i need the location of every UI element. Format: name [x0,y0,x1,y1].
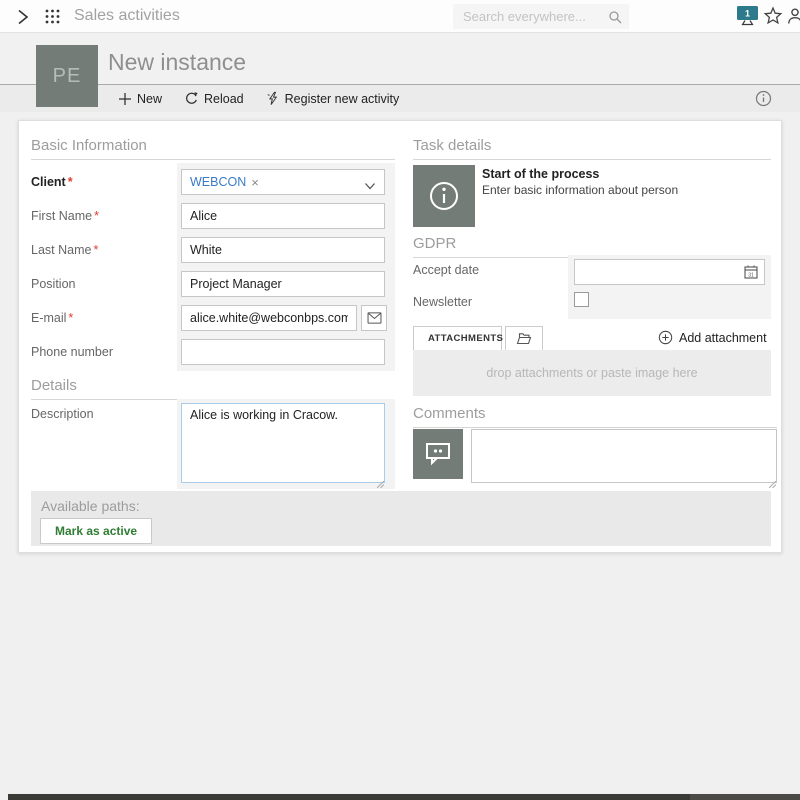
required-asterisk: * [68,175,73,189]
required-asterisk: * [93,243,98,257]
avatar: PE [36,45,98,107]
section-task-details: Task details [413,137,771,160]
remove-client-tag-icon[interactable]: × [251,175,259,190]
comment-field[interactable] [471,429,777,483]
plus-circle-icon [658,330,673,345]
tab-attachment-archive[interactable] [505,326,543,350]
reload-button[interactable]: Reload [184,91,244,106]
last-name-field[interactable] [181,237,385,263]
envelope-icon [367,312,382,324]
search-box [453,4,629,29]
user-profile-icon[interactable] [785,6,800,31]
toolbar: New Reload Register new activity [0,84,800,112]
phone-field[interactable] [181,339,385,365]
section-comments: Comments [413,405,777,428]
app-grid-icon[interactable] [44,8,61,30]
required-asterisk: * [68,311,73,325]
task-step-tile [413,165,475,227]
favorites-star-icon[interactable] [763,6,783,31]
notification-badge: 1 [745,9,750,19]
accept-date-label: Accept date [413,263,479,277]
plus-icon [118,92,132,106]
app-title: Sales activities [74,7,180,25]
register-activity-button[interactable]: Register new activity [266,91,400,106]
task-step-subtitle: Enter basic information about person [482,183,678,197]
email-field[interactable] [181,305,357,331]
send-email-button[interactable] [361,305,387,331]
last-name-label: Last Name* [31,243,98,257]
comments-tile [413,429,463,479]
page-title: New instance [108,49,246,76]
bottom-taskbar-strip [8,794,690,800]
step-info-icon [426,178,462,214]
comment-bubble-icon [424,441,452,467]
new-button-label: New [137,92,162,106]
new-button[interactable]: New [118,92,162,106]
info-icon[interactable] [755,90,772,112]
app-window: Sales activities 1 PE New instance New [0,0,800,800]
attachment-dropzone[interactable]: drop attachments or paste image here [413,350,771,396]
first-name-label: First Name* [31,209,99,223]
section-basic-information: Basic Information [31,137,395,160]
top-bar: Sales activities 1 [0,0,800,33]
reload-button-label: Reload [204,92,244,106]
client-tag: WEBCON [190,175,246,189]
position-label: Position [31,277,75,291]
client-label: Client* [31,175,73,189]
tab-attachments[interactable]: ATTACHMENTS [413,326,502,350]
section-details: Details [31,377,395,400]
client-dropdown[interactable]: WEBCON × [181,169,385,195]
expand-menu-icon[interactable] [13,7,33,32]
tab-attachments-label: ATTACHMENTS [428,333,503,344]
mark-as-active-button[interactable]: Mark as active [40,518,152,544]
newsletter-checkbox[interactable] [574,292,589,307]
add-attachment-label: Add attachment [679,331,767,345]
email-label: E-mail* [31,311,73,325]
first-name-field[interactable] [181,203,385,229]
search-icon[interactable] [608,10,622,29]
search-input[interactable] [453,4,629,29]
reload-icon [184,91,199,106]
description-label: Description [31,407,94,421]
task-step-title: Start of the process [482,167,599,181]
available-paths-label: Available paths: [41,498,140,514]
register-activity-label: Register new activity [285,92,400,106]
calendar-icon[interactable]: 31 [743,264,759,285]
notifications-monitor-icon[interactable]: 1 [735,5,761,32]
lightning-icon [266,91,280,106]
phone-label: Phone number [31,345,113,359]
svg-text:31: 31 [748,273,754,279]
form-card: Basic Information Client* WEBCON × First… [18,120,782,553]
bottom-taskbar-strip-right [690,794,800,800]
required-asterisk: * [94,209,99,223]
chevron-down-icon[interactable] [364,178,376,196]
newsletter-label: Newsletter [413,295,472,309]
position-field[interactable] [181,271,385,297]
open-folder-icon [516,332,532,345]
description-field[interactable]: Alice is working in Cracow. [181,403,385,483]
available-paths-bar: Available paths: Mark as active [31,491,771,546]
accept-date-field[interactable] [574,259,765,285]
add-attachment-button[interactable]: Add attachment [658,330,767,345]
